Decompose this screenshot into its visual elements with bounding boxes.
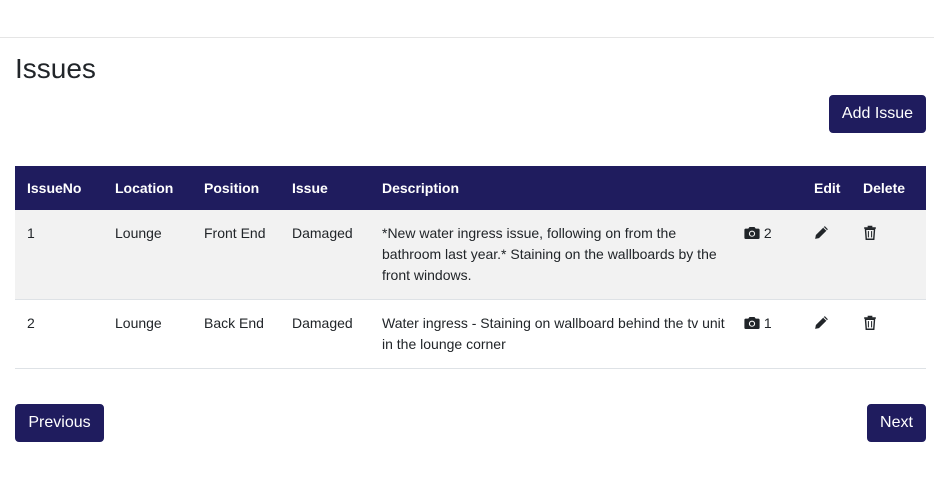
cell-issue-no: 2	[15, 299, 103, 369]
trash-icon	[863, 315, 877, 336]
header-position[interactable]: Position	[192, 166, 280, 210]
header-edit: Edit	[814, 180, 841, 196]
cell-location: Lounge	[103, 210, 192, 300]
pencil-icon	[814, 225, 829, 246]
header-issue[interactable]: Issue	[280, 166, 370, 210]
header-delete: Delete	[863, 180, 906, 196]
issues-table: IssueNo Location Position Issue Descript…	[15, 166, 926, 369]
page-title: Issues	[15, 53, 96, 84]
photos-link[interactable]: 2	[732, 210, 802, 300]
next-button[interactable]: Next	[867, 404, 926, 442]
photo-count: 2	[763, 225, 772, 241]
photo-count: 1	[763, 315, 772, 331]
pencil-icon	[814, 315, 829, 336]
cell-description: Water ingress - Staining on wallboard be…	[370, 299, 732, 369]
header-photos	[732, 166, 802, 210]
edit-button[interactable]	[802, 210, 851, 300]
cell-location: Lounge	[103, 299, 192, 369]
delete-button[interactable]	[851, 299, 926, 369]
add-issue-button[interactable]: Add Issue	[829, 95, 926, 133]
photos-link[interactable]: 1	[732, 299, 802, 369]
previous-button[interactable]: Previous	[15, 404, 104, 442]
edit-button[interactable]	[802, 299, 851, 369]
header-location[interactable]: Location	[103, 166, 192, 210]
delete-button[interactable]	[851, 210, 926, 300]
table-header-row: IssueNo Location Position Issue Descript…	[15, 166, 926, 210]
cell-issue: Damaged	[280, 210, 370, 300]
camera-icon	[744, 315, 760, 336]
cell-description: *New water ingress issue, following on f…	[370, 210, 732, 300]
table-row: 1 Lounge Front End Damaged *New water in…	[15, 210, 926, 300]
header-issue-no[interactable]: IssueNo	[15, 166, 103, 210]
cell-position: Back End	[192, 299, 280, 369]
cell-issue: Damaged	[280, 299, 370, 369]
trash-icon	[863, 225, 877, 246]
table-row: 2 Lounge Back End Damaged Water ingress …	[15, 299, 926, 369]
top-divider	[0, 37, 934, 38]
header-description[interactable]: Description	[370, 166, 732, 210]
cell-issue-no: 1	[15, 210, 103, 300]
camera-icon	[744, 225, 760, 246]
cell-position: Front End	[192, 210, 280, 300]
